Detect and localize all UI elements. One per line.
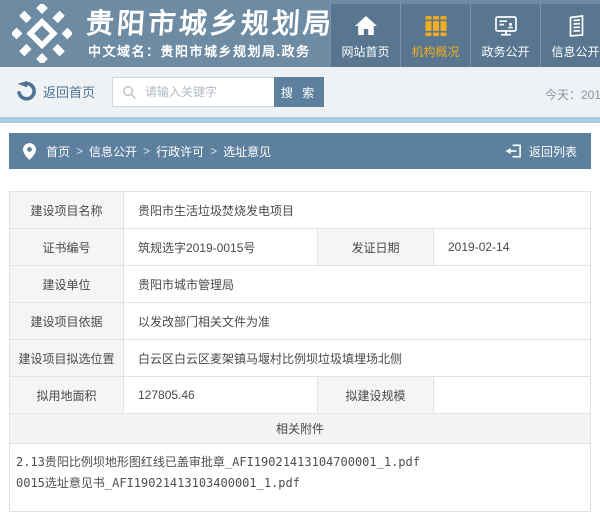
site-title: 贵阳市城乡规划局 [85, 2, 338, 42]
nav-tab-label: 机构概况 [411, 43, 459, 60]
field-label: 建设项目拟选位置 [10, 340, 124, 377]
breadcrumb-separator: > [143, 144, 150, 158]
nav-tab-label: 政务公开 [481, 43, 529, 60]
main-nav: 网站首页 [330, 4, 600, 67]
breadcrumb-separator: > [76, 144, 83, 158]
attachments-cell: 2.13贵阳比例坝地形图红线已盖审批章_AFI19021413104700001… [10, 444, 591, 512]
back-arrow-icon [16, 81, 36, 101]
table-row: 建设单位 贵阳市城市管理局 [10, 266, 591, 303]
field-label: 发证日期 [318, 229, 434, 266]
site-subtitle: 中文域名：贵阳市城乡规划局.政务 [88, 41, 311, 60]
table-row: 建设项目依据 以发改部门相关文件为准 [10, 303, 591, 340]
site-header: 贵阳市城乡规划局 中文域名：贵阳市城乡规划局.政务 网站首页 [0, 0, 600, 67]
attachments-row: 2.13贵阳比例坝地形图红线已盖审批章_AFI19021413104700001… [10, 444, 591, 512]
table-row: 建设项目名称 贵阳市生活垃圾焚烧发电项目 [10, 192, 591, 229]
back-to-list-button[interactable]: 返回列表 [505, 143, 577, 160]
table-row: 拟用地面积 127805.46 拟建设规模 [10, 377, 591, 414]
attachment-pdf-link[interactable]: 0015选址意见书_AFI19021413103400001_1.pdf [16, 473, 584, 494]
search-toolbar: 返回首页 搜 索 今天：2019年 [0, 67, 600, 117]
back-to-list-label: 返回列表 [529, 143, 577, 160]
document-icon [563, 12, 589, 40]
monitor-icon [493, 12, 519, 40]
field-label: 建设项目依据 [10, 303, 124, 340]
attachments-header: 相关附件 [10, 414, 591, 444]
breadcrumb-item-admin-permit[interactable]: 行政许可 [156, 143, 204, 160]
search-input[interactable] [143, 84, 274, 100]
bureau-emblem-logo [12, 4, 72, 63]
nav-tab-label: 信息公开 [551, 43, 599, 60]
return-list-icon [505, 143, 522, 159]
location-pin-icon [23, 143, 36, 160]
field-value [434, 377, 591, 414]
search-button[interactable]: 搜 索 [274, 77, 324, 107]
nav-tab-organization[interactable]: 机构概况 [400, 4, 470, 67]
field-label: 拟用地面积 [10, 377, 124, 414]
books-icon [423, 12, 449, 40]
field-value: 贵阳市生活垃圾焚烧发电项目 [124, 192, 591, 229]
field-value: 127805.46 [124, 377, 318, 414]
field-label: 建设项目名称 [10, 192, 124, 229]
search-icon [122, 85, 137, 100]
nav-tab-label: 网站首页 [341, 43, 389, 60]
search-box [112, 77, 275, 107]
nav-tab-info-disclosure[interactable]: 信息公开 [540, 4, 600, 67]
table-row: 建设项目拟选位置 白云区白云区麦架镇马堰村比例坝垃圾填埋场北侧 [10, 340, 591, 377]
today-date-label: 今天：2019年 [545, 86, 600, 103]
home-icon [353, 12, 379, 40]
breadcrumb-bar: 首页 > 信息公开 > 行政许可 > 选址意见 返回列表 [9, 133, 591, 169]
accent-divider-bar [0, 117, 600, 123]
field-value: 以发改部门相关文件为准 [124, 303, 591, 340]
breadcrumb-item-site-opinion: 选址意见 [223, 143, 271, 160]
field-value: 2019-02-14 [434, 229, 591, 266]
breadcrumb-separator: > [210, 144, 217, 158]
field-label: 建设单位 [10, 266, 124, 303]
breadcrumb-item-home[interactable]: 首页 [46, 143, 70, 160]
attachment-pdf-link[interactable]: 2.13贵阳比例坝地形图红线已盖审批章_AFI19021413104700001… [16, 452, 584, 473]
attachments-header-row: 相关附件 [10, 414, 591, 444]
field-label: 证书编号 [10, 229, 124, 266]
nav-tab-gov-affairs[interactable]: 政务公开 [470, 4, 540, 67]
breadcrumb-item-info-disclosure[interactable]: 信息公开 [89, 143, 137, 160]
back-home-button[interactable]: 返回首页 [16, 81, 95, 101]
project-detail-table: 建设项目名称 贵阳市生活垃圾焚烧发电项目 证书编号 筑规选字2019-0015号… [9, 191, 591, 512]
table-row: 证书编号 筑规选字2019-0015号 发证日期 2019-02-14 [10, 229, 591, 266]
field-label: 拟建设规模 [318, 377, 434, 414]
field-value: 筑规选字2019-0015号 [124, 229, 318, 266]
back-home-label: 返回首页 [43, 82, 95, 101]
field-value: 白云区白云区麦架镇马堰村比例坝垃圾填埋场北侧 [124, 340, 591, 377]
field-value: 贵阳市城市管理局 [124, 266, 591, 303]
nav-tab-home[interactable]: 网站首页 [330, 4, 400, 67]
